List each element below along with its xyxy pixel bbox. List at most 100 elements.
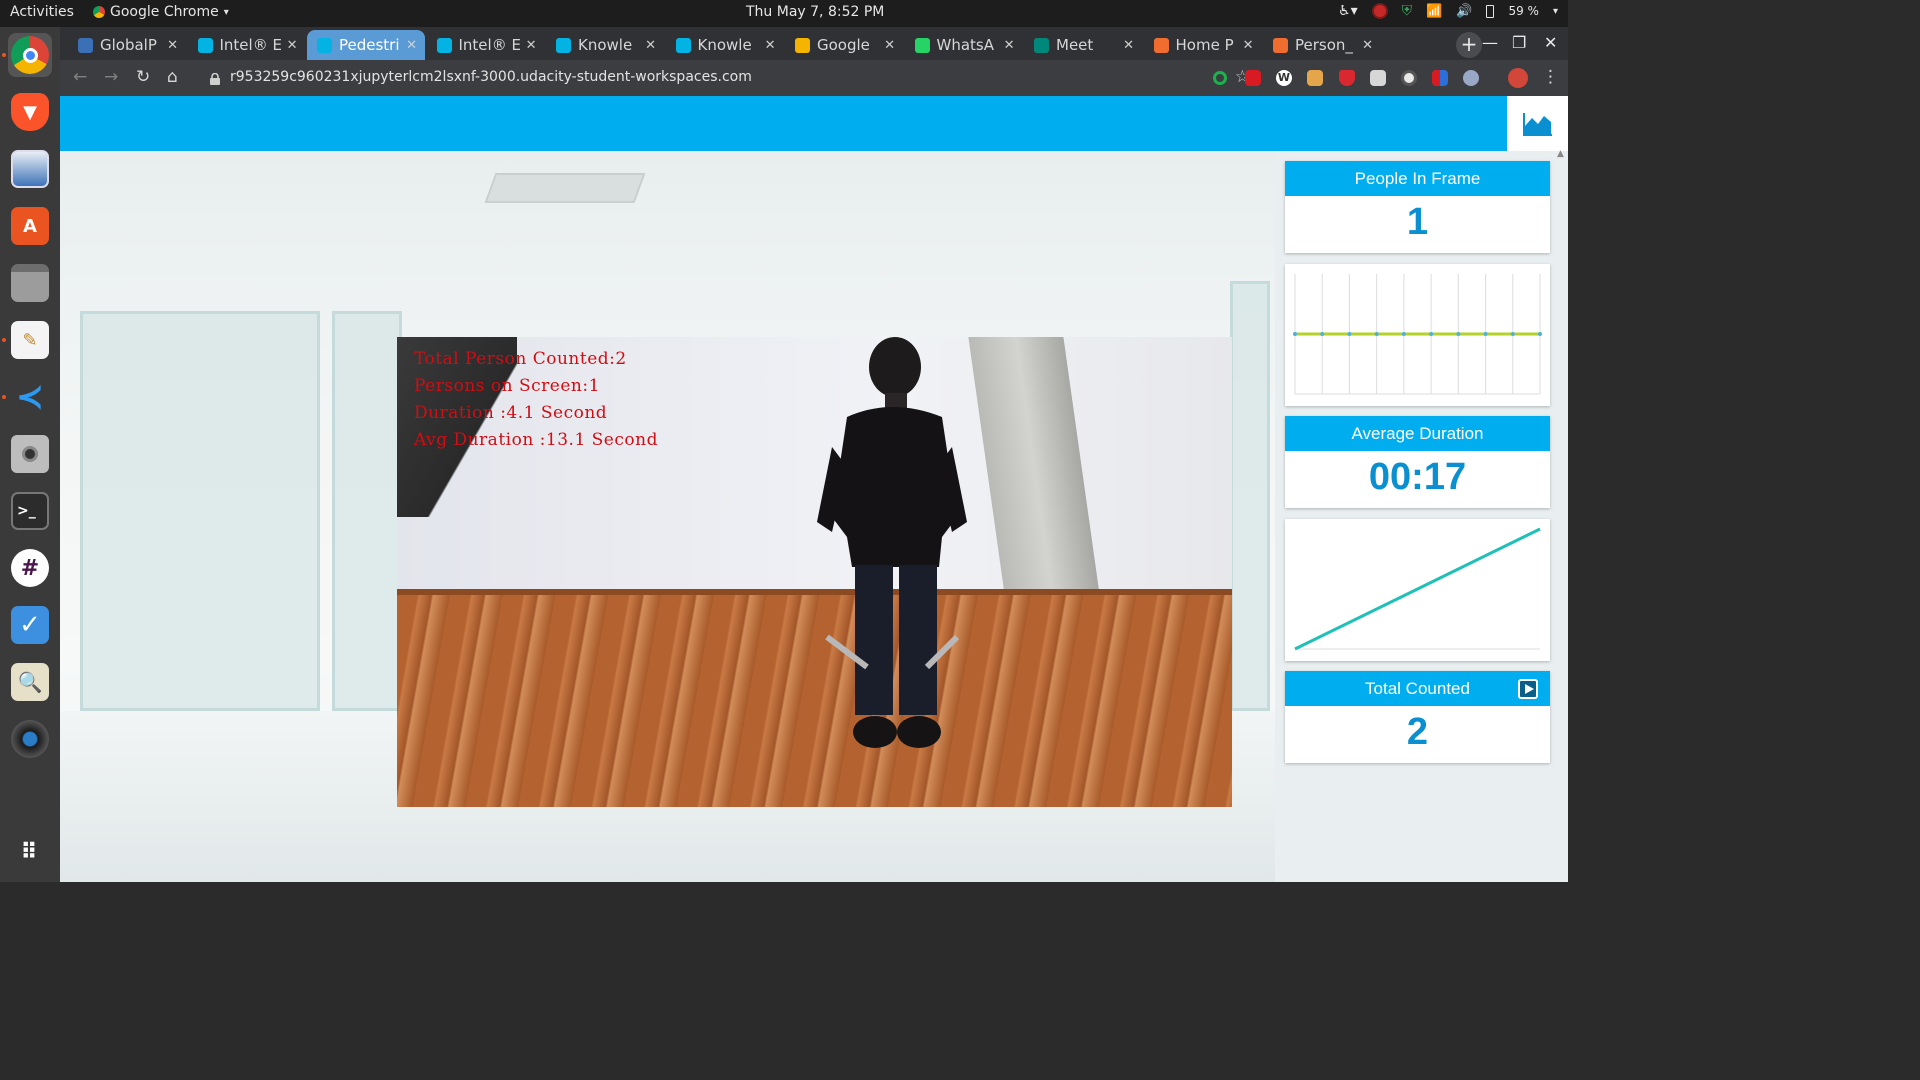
- tab-title: Knowle: [697, 36, 752, 54]
- scroll-up-icon[interactable]: ▲: [1557, 149, 1564, 159]
- tab-close-icon[interactable]: ✕: [526, 38, 537, 53]
- browser-tab[interactable]: Intel® E ✕: [427, 30, 545, 60]
- tab-close-icon[interactable]: ✕: [765, 38, 776, 53]
- tab-favicon-icon: [317, 37, 332, 53]
- extension-green-icon[interactable]: [1213, 71, 1227, 85]
- browser-menu-button[interactable]: ⋮: [1542, 67, 1559, 87]
- dock-text-editor[interactable]: ✎: [8, 318, 52, 362]
- play-icon[interactable]: [1518, 679, 1538, 699]
- show-applications-button[interactable]: ⠿: [8, 831, 52, 875]
- dock-screenshot[interactable]: [8, 432, 52, 476]
- tab-close-icon[interactable]: ✕: [287, 38, 298, 53]
- clock[interactable]: Thu May 7, 8:52 PM: [746, 4, 884, 20]
- extension-puzzle-icon[interactable]: [1307, 70, 1323, 86]
- browser-tab[interactable]: Knowle ✕: [546, 30, 664, 60]
- tab-favicon-icon: [795, 37, 810, 53]
- people-in-frame-card: People In Frame 1: [1285, 161, 1550, 253]
- tab-close-icon[interactable]: ✕: [1243, 38, 1254, 53]
- extension-hand-icon[interactable]: [1370, 70, 1386, 86]
- browser-tab[interactable]: Intel® E ✕: [188, 30, 306, 60]
- address-bar[interactable]: r953259c960231xjupyterlcm2lsxnf-3000.uda…: [198, 64, 1250, 92]
- running-indicator: [2, 53, 6, 57]
- extension-circle-icon[interactable]: [1401, 70, 1417, 86]
- dock-webcam[interactable]: [8, 717, 52, 761]
- profile-avatar[interactable]: [1508, 68, 1528, 88]
- browser-tab[interactable]: Meet ✕: [1024, 30, 1142, 60]
- record-indicator-icon[interactable]: [1371, 3, 1388, 19]
- forward-button[interactable]: →: [104, 67, 118, 87]
- lock-icon[interactable]: [210, 70, 220, 85]
- overlay-total-counted: Total Person Counted:2: [414, 349, 627, 369]
- tab-close-icon[interactable]: ✕: [884, 38, 895, 53]
- tab-favicon-icon: [675, 37, 691, 53]
- extension-megaphone-icon[interactable]: [1432, 70, 1448, 86]
- maximize-button[interactable]: ❐: [1512, 33, 1526, 52]
- dock-files[interactable]: [8, 261, 52, 305]
- browser-tab[interactable]: WhatsA ✕: [905, 30, 1023, 60]
- browser-tab[interactable]: Pedestri ✕: [307, 30, 425, 60]
- tab-title: Meet: [1056, 36, 1094, 54]
- tab-close-icon[interactable]: ✕: [1123, 38, 1134, 53]
- stats-toggle-button[interactable]: [1507, 96, 1568, 151]
- back-button[interactable]: ←: [73, 67, 87, 87]
- average-duration-value: 00:17: [1368, 456, 1467, 498]
- running-indicator: [2, 395, 6, 399]
- browser-tab[interactable]: Google ✕: [785, 30, 903, 60]
- dock-terminal[interactable]: >_: [8, 489, 52, 533]
- average-duration-title: Average Duration: [1285, 416, 1550, 451]
- new-tab-button[interactable]: +: [1456, 32, 1482, 58]
- dock-chrome[interactable]: [8, 33, 52, 77]
- dock-tasks[interactable]: ✓: [8, 603, 52, 647]
- dock-image-editor[interactable]: 🔍: [8, 660, 52, 704]
- dock-image-viewer[interactable]: [8, 147, 52, 191]
- extension-red-icon[interactable]: [1245, 70, 1261, 86]
- people-in-frame-title: People In Frame: [1285, 161, 1550, 196]
- slack-icon: #: [11, 549, 49, 587]
- browser-tab[interactable]: Home P ✕: [1144, 30, 1262, 60]
- page-scrollbar[interactable]: ▲: [1555, 149, 1568, 882]
- apps-grid-icon: ⠿: [20, 840, 40, 865]
- url-text[interactable]: r953259c960231xjupyterlcm2lsxnf-3000.uda…: [230, 69, 752, 85]
- web-page: Total Person Counted:2 Persons on Screen…: [60, 96, 1568, 882]
- minimize-button[interactable]: —: [1482, 33, 1498, 52]
- dock-vscode[interactable]: ≺: [8, 375, 52, 419]
- wordpress-icon[interactable]: W: [1276, 70, 1292, 86]
- files-icon: [11, 264, 49, 302]
- extension-shield-icon[interactable]: [1339, 70, 1355, 86]
- text-editor-icon: ✎: [11, 321, 49, 359]
- overlay-persons-on-screen: Persons on Screen:1: [414, 376, 600, 396]
- tab-close-icon[interactable]: ✕: [406, 38, 417, 53]
- system-tray[interactable]: ♿▾ ⛨ 📶 🔊 59 % ▾: [1338, 3, 1558, 19]
- app-menu-label: Google Chrome: [110, 4, 219, 20]
- app-menu[interactable]: Google Chrome ▾: [93, 4, 229, 20]
- tab-close-icon[interactable]: ✕: [1362, 38, 1373, 53]
- tab-close-icon[interactable]: ✕: [645, 38, 656, 53]
- tab-title: Home P: [1175, 36, 1234, 54]
- overlay-avg-duration: Avg Duration :13.1 Second: [414, 430, 658, 450]
- tab-close-icon[interactable]: ✕: [1004, 38, 1015, 53]
- office-background: Total Person Counted:2 Persons on Screen…: [60, 151, 1275, 882]
- dock-software-center[interactable]: A: [8, 204, 52, 248]
- tab-close-icon[interactable]: ✕: [167, 38, 178, 53]
- chevron-down-icon[interactable]: ▾: [1553, 6, 1558, 17]
- browser-tab[interactable]: Knowle ✕: [666, 30, 784, 60]
- stats-panel: People In Frame 1 Average Duration 00:17…: [1275, 151, 1568, 882]
- extension-owl-icon[interactable]: [1463, 70, 1479, 86]
- browser-tab[interactable]: Person_ ✕: [1263, 30, 1381, 60]
- reload-button[interactable]: ↻: [136, 67, 150, 87]
- data-point: [1429, 332, 1434, 336]
- battery-level: 59 %: [1508, 4, 1539, 18]
- accessibility-icon[interactable]: ♿▾: [1338, 3, 1358, 19]
- activities-button[interactable]: Activities: [10, 4, 74, 20]
- data-point: [1538, 332, 1542, 336]
- close-window-button[interactable]: ✕: [1544, 33, 1557, 52]
- home-button[interactable]: ⌂: [167, 67, 178, 87]
- wifi-icon: 📶: [1426, 3, 1443, 19]
- software-center-icon: A: [11, 207, 49, 245]
- dock-slack[interactable]: #: [8, 546, 52, 590]
- dock-brave[interactable]: ▼: [8, 90, 52, 134]
- data-point: [1510, 332, 1515, 336]
- shield-icon[interactable]: ⛨: [1402, 3, 1413, 19]
- browser-tab-strip: GlobalP ✕ Intel® E ✕ Pedestri ✕ Intel® E ✕ Knowl…: [60, 27, 1568, 60]
- browser-tab[interactable]: GlobalP ✕: [68, 30, 186, 60]
